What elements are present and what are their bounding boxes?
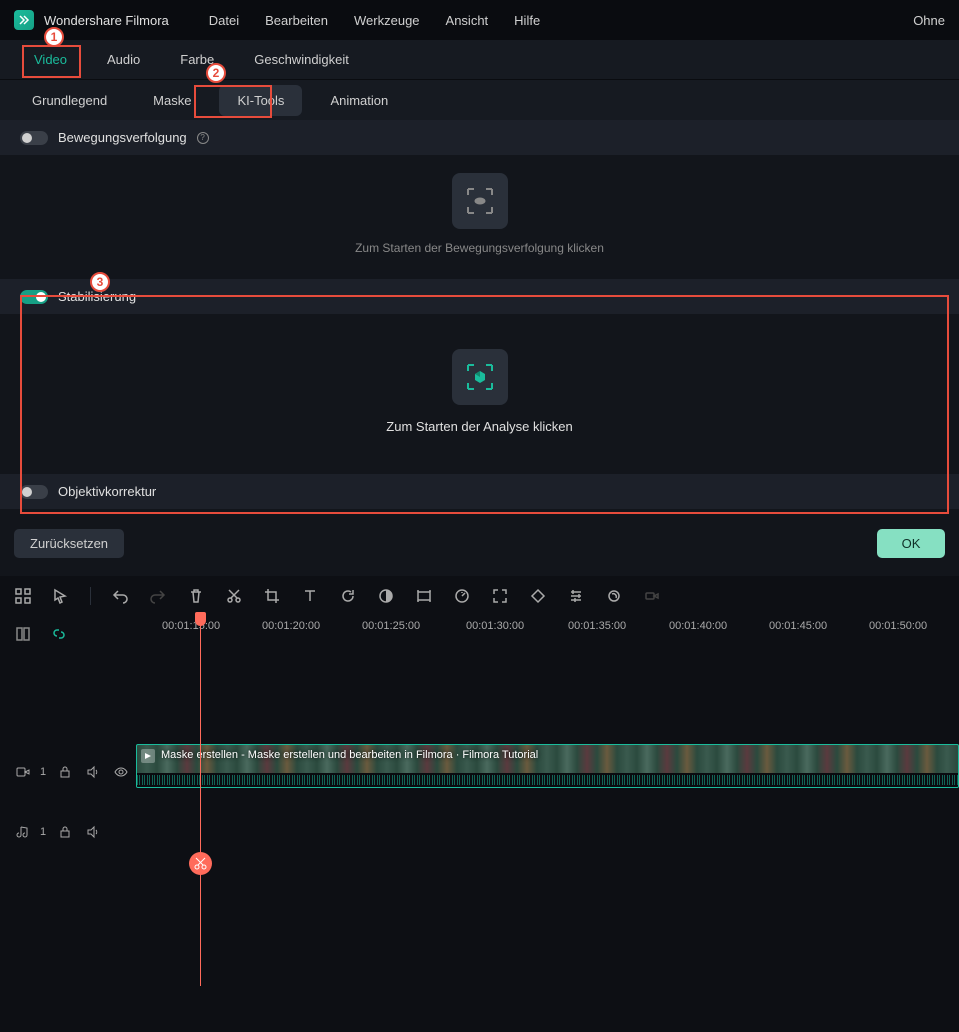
audio-track-icon (16, 825, 30, 839)
lens-correction-toggle[interactable] (20, 485, 48, 499)
stabilization-toggle[interactable] (20, 290, 48, 304)
lens-correction-label: Objektivkorrektur (58, 484, 156, 499)
clip-play-icon (141, 749, 155, 763)
video-track-head: 1 (0, 763, 136, 781)
menu-file[interactable]: Datei (209, 13, 239, 28)
playhead-handle-icon[interactable] (195, 612, 206, 626)
tracks: 1 Maske erstellen - Maske erstellen und … (0, 652, 959, 862)
stabilization-body[interactable]: Zum Starten der Analyse klicken (20, 314, 939, 474)
link-icon[interactable] (50, 625, 68, 643)
motion-tracking-placeholder-icon (452, 173, 508, 229)
motion-tracking-toggle[interactable] (20, 131, 48, 145)
ruler-label: 00:01:40:00 (669, 620, 727, 632)
timeline-toolbar (0, 576, 959, 616)
tab-audio[interactable]: Audio (87, 42, 160, 77)
app-title: Wondershare Filmora (44, 13, 169, 28)
top-tabs: Video Audio Farbe Geschwindigkeit (0, 40, 959, 80)
keyframe-icon[interactable] (529, 587, 547, 605)
record-icon[interactable] (643, 587, 661, 605)
timeline-ruler[interactable]: 00:01:15:00 00:01:20:00 00:01:25:00 00:0… (140, 616, 959, 652)
rotate-icon[interactable] (339, 587, 357, 605)
motion-tracking-label: Bewegungsverfolgung (58, 130, 187, 145)
app-logo-icon (14, 10, 34, 30)
subtab-animation[interactable]: Animation (312, 85, 406, 116)
video-track-icon (16, 765, 30, 779)
ruler-label: 00:01:25:00 (362, 620, 420, 632)
expand-icon[interactable] (491, 587, 509, 605)
motion-tracking-hint: Zum Starten der Bewegungsverfolgung klic… (355, 241, 604, 255)
video-track: 1 Maske erstellen - Maske erstellen und … (0, 742, 959, 802)
menu-help[interactable]: Hilfe (514, 13, 540, 28)
ruler-ticks (140, 636, 959, 650)
adjust-icon[interactable] (567, 587, 585, 605)
clip-icon[interactable] (415, 587, 433, 605)
mute-icon[interactable] (84, 823, 102, 841)
ruler-label: 00:01:20:00 (262, 620, 320, 632)
ruler-label: 00:01:50:00 (869, 620, 927, 632)
video-track-body[interactable]: Maske erstellen - Maske erstellen und be… (136, 742, 959, 802)
reset-button[interactable]: Zurücksetzen (14, 529, 124, 558)
title-bar: Wondershare Filmora Datei Bearbeiten Wer… (0, 0, 959, 40)
stabilization-hint: Zum Starten der Analyse klicken (386, 419, 572, 434)
delete-icon[interactable] (187, 587, 205, 605)
audio-track-body[interactable] (136, 802, 959, 862)
redo-icon[interactable] (149, 587, 167, 605)
crop-icon[interactable] (263, 587, 281, 605)
audio-track-index: 1 (40, 826, 46, 838)
lock-icon[interactable] (56, 823, 74, 841)
right-status[interactable]: Ohne (913, 13, 945, 28)
audio-track: 1 (0, 802, 959, 862)
grid-icon[interactable] (14, 587, 32, 605)
pointer-icon[interactable] (52, 587, 70, 605)
video-clip[interactable]: Maske erstellen - Maske erstellen und be… (136, 744, 959, 788)
ruler-label: 00:01:45:00 (769, 620, 827, 632)
lens-correction-header: Objektivkorrektur (0, 474, 959, 509)
speed-icon[interactable] (453, 587, 471, 605)
tab-speed[interactable]: Geschwindigkeit (234, 42, 369, 77)
tab-video[interactable]: Video (14, 42, 87, 77)
undo-icon[interactable] (111, 587, 129, 605)
text-icon[interactable] (301, 587, 319, 605)
stabilization-analysis-icon (452, 349, 508, 405)
clip-waveform (137, 773, 958, 787)
audio-track-head: 1 (0, 823, 136, 841)
subtab-ai-tools[interactable]: KI-Tools (219, 85, 302, 116)
motion-tracking-body[interactable]: Zum Starten der Bewegungsverfolgung klic… (0, 155, 959, 279)
playhead-cut-icon[interactable] (189, 852, 212, 875)
collapse-tracks-icon[interactable] (14, 625, 32, 643)
menu-edit[interactable]: Bearbeiten (265, 13, 328, 28)
subtab-mask[interactable]: Maske (135, 85, 209, 116)
tab-color[interactable]: Farbe (160, 42, 234, 77)
menu-tools[interactable]: Werkzeuge (354, 13, 420, 28)
stabilization-section: Stabilisierung Zum Starten der Analyse k… (20, 279, 939, 474)
audio-icon[interactable] (605, 587, 623, 605)
cut-icon[interactable] (225, 587, 243, 605)
info-icon[interactable]: ? (197, 132, 209, 144)
color-icon[interactable] (377, 587, 395, 605)
playhead[interactable] (200, 616, 201, 986)
lock-icon[interactable] (56, 763, 74, 781)
motion-tracking-header: Bewegungsverfolgung ? (0, 120, 959, 155)
video-track-index: 1 (40, 766, 46, 778)
sub-tabs: Grundlegend Maske KI-Tools Animation (0, 80, 959, 120)
ruler-label: 00:01:35:00 (568, 620, 626, 632)
stabilization-label: Stabilisierung (58, 289, 136, 304)
properties-panel: Bewegungsverfolgung ? Zum Starten der Be… (0, 120, 959, 576)
mute-icon[interactable] (84, 763, 102, 781)
stabilization-header: Stabilisierung (0, 279, 959, 314)
panel-actions: Zurücksetzen OK (0, 509, 959, 576)
separator (90, 587, 91, 605)
subtab-basic[interactable]: Grundlegend (14, 85, 125, 116)
timeline-area: 00:01:15:00 00:01:20:00 00:01:25:00 00:0… (0, 616, 959, 986)
menu-view[interactable]: Ansicht (446, 13, 489, 28)
visibility-icon[interactable] (112, 763, 130, 781)
main-menu: Datei Bearbeiten Werkzeuge Ansicht Hilfe (209, 13, 540, 28)
ok-button[interactable]: OK (877, 529, 945, 558)
ruler-label: 00:01:15:00 (162, 620, 220, 632)
ruler-label: 00:01:30:00 (466, 620, 524, 632)
